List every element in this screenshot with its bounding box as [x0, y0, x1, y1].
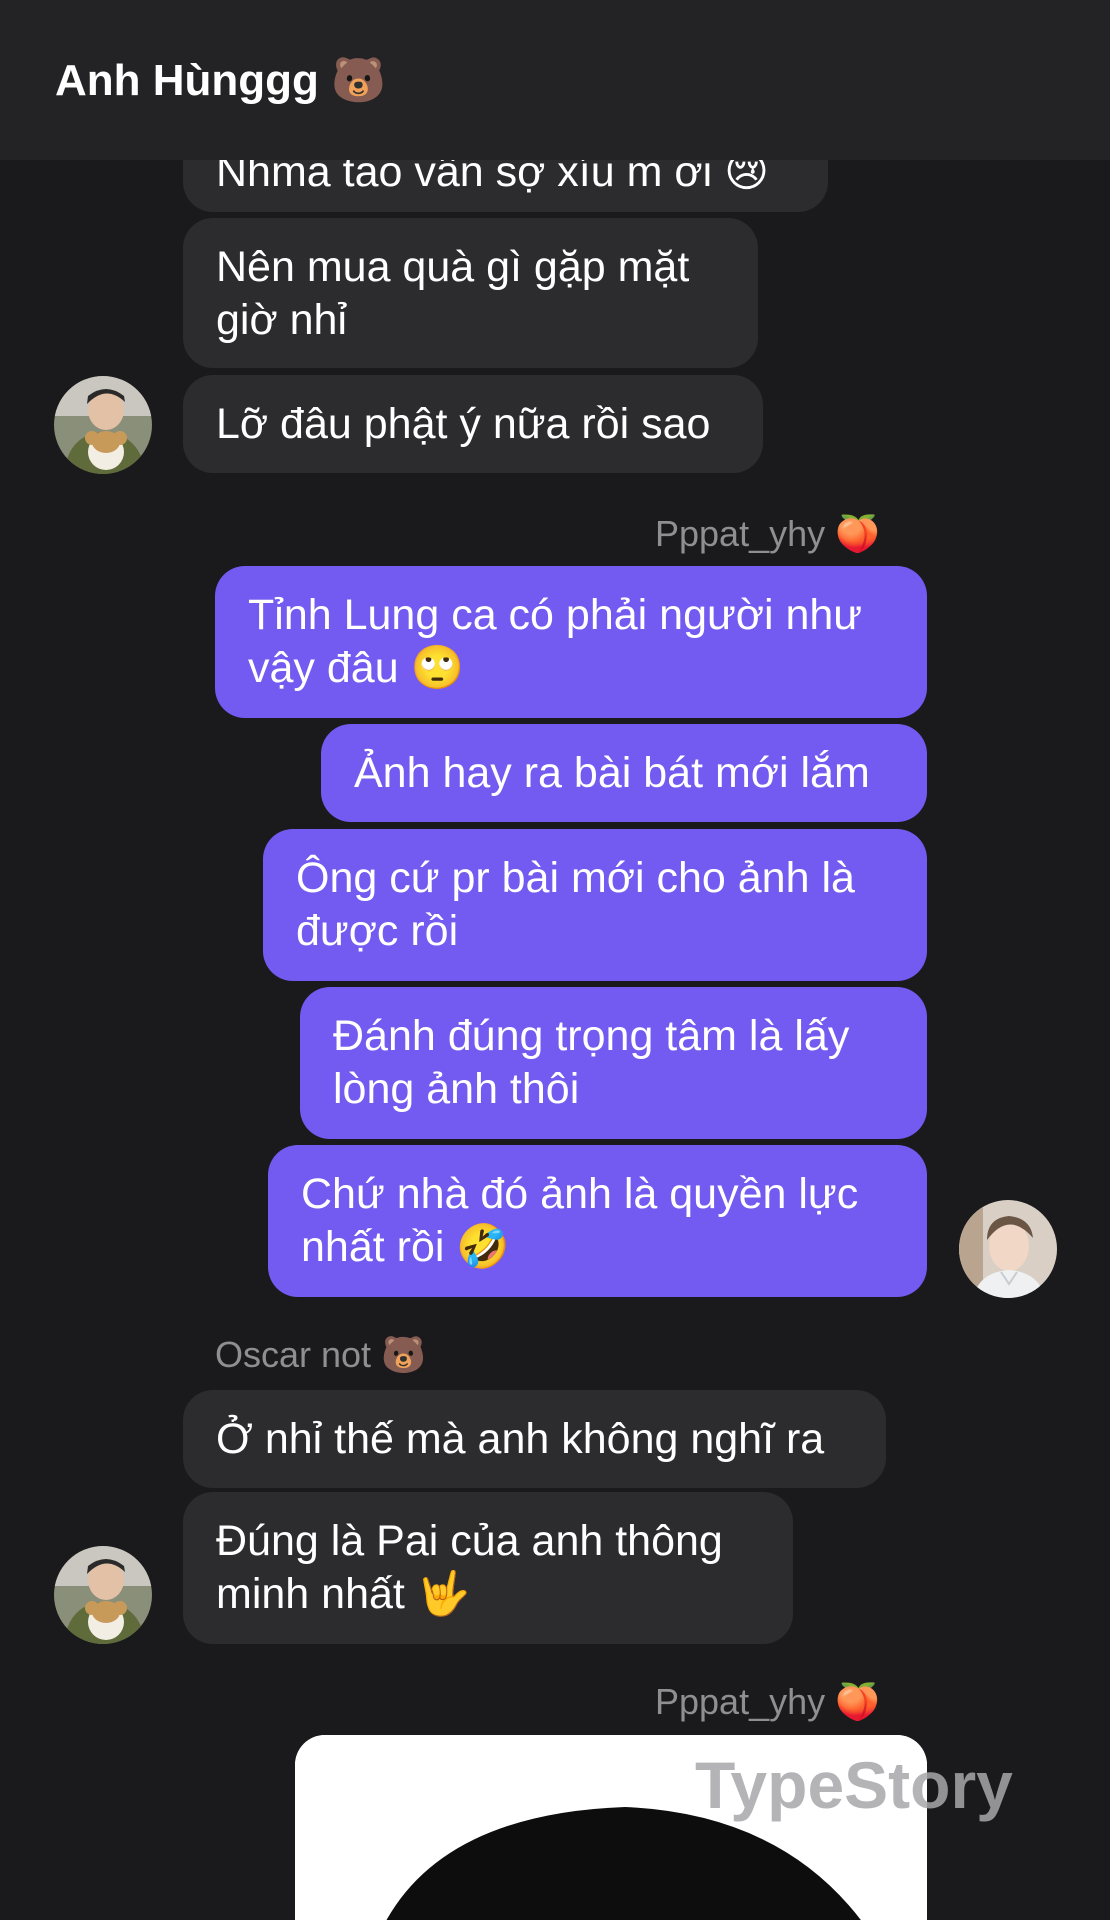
user-avatar-image — [959, 1200, 1057, 1298]
message-bubble-outgoing[interactable]: Ông cứ pr bài mới cho ảnh là được rồi — [263, 829, 927, 981]
message-bubble-incoming[interactable]: Lỡ đâu phật ý nữa rồi sao — [183, 375, 763, 473]
contact-avatar[interactable] — [54, 376, 152, 474]
user-avatar[interactable] — [959, 1200, 1057, 1298]
watermark-logo: TypeStory — [695, 1748, 1013, 1822]
sender-name: Pppat_yhy 🍑 — [655, 1681, 880, 1722]
contact-avatar-image — [54, 1546, 152, 1644]
message-bubble-outgoing[interactable]: Đánh đúng trọng tâm là lấy lòng ảnh thôi — [300, 987, 927, 1139]
message-bubble-incoming[interactable]: Đúng là Pai của anh thông minh nhất 🤟 — [183, 1492, 793, 1644]
sender-name: Pppat_yhy 🍑 — [655, 513, 880, 554]
message-bubble-incoming[interactable]: Ở nhỉ thế mà anh không nghĩ ra — [183, 1390, 886, 1488]
chat-title[interactable]: Anh Hùnggg 🐻 — [55, 55, 386, 107]
message-bubble-incoming[interactable]: Nên mua quà gì gặp mặt giờ nhỉ — [183, 218, 758, 368]
message-bubble-outgoing[interactable]: Ảnh hay ra bài bát mới lắm — [321, 724, 927, 822]
sender-name: Oscar not 🐻 — [215, 1334, 426, 1375]
chat-header: Anh Hùnggg 🐻 — [0, 0, 1110, 160]
contact-avatar[interactable] — [54, 1546, 152, 1644]
chat-screen: Anh Hùnggg 🐻 Nhma tao vẫn sợ xíu m ơi 😢 … — [0, 0, 1110, 1920]
contact-avatar-image — [54, 376, 152, 474]
message-bubble-outgoing[interactable]: Tỉnh Lung ca có phải người như vậy đâu 🙄 — [215, 566, 927, 718]
message-bubble-outgoing[interactable]: Chứ nhà đó ảnh là quyền lực nhất rồi 🤣 — [268, 1145, 927, 1297]
